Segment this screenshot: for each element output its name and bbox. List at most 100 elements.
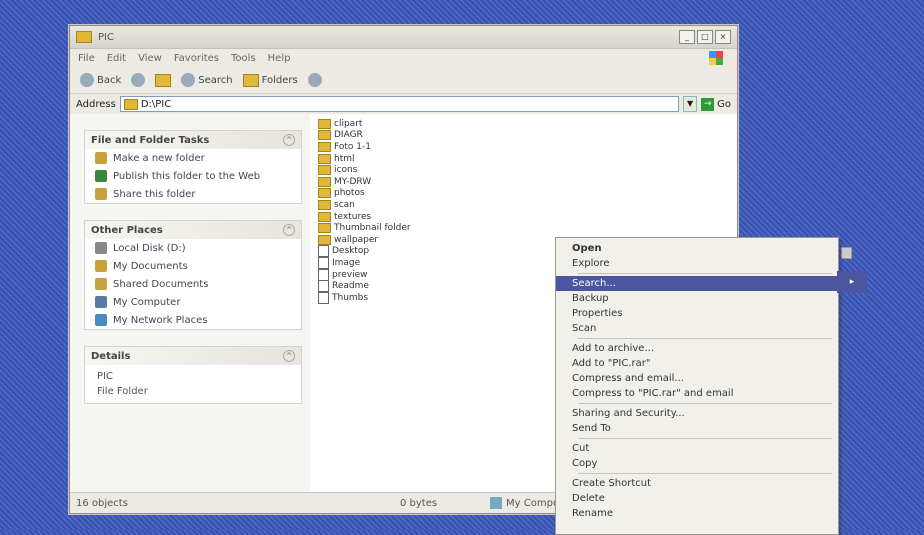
context-menu-item[interactable]: Scan — [556, 321, 838, 336]
context-menu-item[interactable]: Compress to "PIC.rar" and email — [556, 386, 838, 401]
file-name: Foto 1-1 — [334, 141, 371, 152]
submenu-arrow-icon[interactable]: ▸ — [837, 271, 867, 293]
views-button[interactable] — [307, 73, 322, 87]
context-menu-item[interactable]: Copy — [556, 456, 838, 471]
file-list-item[interactable]: Foto 1-1 — [318, 141, 411, 153]
task-make-folder[interactable]: Make a new folder — [85, 149, 301, 167]
menu-favorites[interactable]: Favorites — [174, 53, 219, 64]
context-menu-item[interactable]: Add to "PIC.rar" — [556, 356, 838, 371]
file-list-item[interactable]: DIAGR — [318, 130, 411, 142]
menu-bar: File Edit View Favorites Tools Help — [70, 49, 737, 67]
status-size: 0 bytes — [400, 497, 438, 509]
context-menu-item[interactable]: Sharing and Security... — [556, 406, 838, 421]
file-list-item[interactable]: MY-DRW — [318, 176, 411, 188]
search-label: Search — [198, 74, 233, 86]
back-button[interactable]: Back — [80, 73, 121, 87]
menu-separator — [578, 403, 832, 404]
context-menu-item[interactable]: Open — [556, 241, 838, 256]
task-publish-web[interactable]: Publish this folder to the Web — [85, 167, 301, 185]
task-label: Share this folder — [113, 188, 196, 200]
shared-documents-icon — [95, 278, 107, 290]
go-label: Go — [717, 98, 731, 110]
menu-file[interactable]: File — [78, 53, 95, 64]
forward-arrow-icon — [131, 73, 146, 87]
context-menu-item[interactable]: Backup — [556, 291, 838, 306]
file-tasks-header[interactable]: File and Folder Tasks ^ — [85, 131, 301, 149]
collapse-chevron-icon[interactable]: ^ — [283, 134, 295, 146]
file-name: preview — [332, 269, 368, 280]
file-list-item[interactable]: html — [318, 153, 411, 165]
collapse-chevron-icon[interactable]: ^ — [283, 350, 295, 362]
address-value: D:\PIC — [140, 98, 172, 110]
menu-help[interactable]: Help — [268, 53, 291, 64]
folders-icon — [242, 73, 259, 87]
folder-icon — [318, 188, 331, 199]
menu-view[interactable]: View — [138, 53, 162, 64]
forward-button[interactable] — [131, 73, 146, 87]
task-label: Make a new folder — [113, 152, 205, 164]
file-list-item[interactable]: preview — [318, 268, 411, 281]
context-menu-item[interactable]: Cut — [556, 441, 838, 456]
details-panel: Details ^ PIC File Folder — [84, 346, 302, 404]
place-network[interactable]: My Network Places — [85, 311, 301, 329]
context-menu-item[interactable]: Search... — [556, 276, 838, 291]
globe-icon — [95, 170, 107, 182]
place-my-documents[interactable]: My Documents — [85, 257, 301, 275]
context-menu-item[interactable]: Add to archive... — [556, 341, 838, 356]
context-menu-item[interactable]: Send To — [556, 421, 838, 436]
file-icon — [318, 280, 329, 293]
place-local-disk[interactable]: Local Disk (D:) — [85, 239, 301, 257]
context-menu-item[interactable]: Delete — [556, 491, 838, 506]
file-list-item[interactable]: scan — [318, 199, 411, 211]
network-icon — [95, 314, 107, 326]
context-menu-item[interactable]: Create Shortcut — [556, 476, 838, 491]
file-list-item[interactable]: Desktop — [318, 245, 411, 258]
file-list-item[interactable]: icons — [318, 164, 411, 176]
address-dropdown-button[interactable]: ▼ — [683, 96, 698, 112]
title-bar[interactable]: PIC _ □ × — [70, 26, 737, 49]
context-menu-item[interactable]: Compress and email... — [556, 371, 838, 386]
collapse-chevron-icon[interactable]: ^ — [283, 224, 295, 236]
menu-tools[interactable]: Tools — [231, 53, 256, 64]
up-button[interactable] — [155, 73, 172, 87]
place-shared-documents[interactable]: Shared Documents — [85, 275, 301, 293]
other-places-header[interactable]: Other Places ^ — [85, 221, 301, 239]
file-list-item[interactable]: Image — [318, 256, 411, 269]
file-list-item[interactable]: Readme — [318, 280, 411, 293]
context-menu-item[interactable]: Explore — [556, 256, 838, 271]
context-menu: Open Explore Search... Backup Properties Scan… — [555, 237, 839, 535]
context-menu-item[interactable]: Rename — [556, 506, 838, 521]
window-title: PIC — [98, 31, 114, 43]
file-name: Thumbs — [332, 292, 369, 303]
address-input[interactable]: D:\PIC — [119, 96, 680, 112]
address-folder-icon — [123, 98, 138, 110]
file-list-item[interactable]: textures — [318, 211, 411, 223]
file-name: scan — [334, 199, 355, 210]
other-places-panel: Other Places ^ Local Disk (D:) My Docume… — [84, 220, 302, 330]
go-button[interactable]: → Go — [701, 97, 731, 111]
place-my-computer[interactable]: My Computer — [85, 293, 301, 311]
task-share-folder[interactable]: Share this folder — [85, 185, 301, 203]
views-icon — [307, 73, 322, 87]
close-button[interactable]: × — [715, 30, 731, 44]
file-list-item[interactable]: Thumbs — [318, 291, 411, 304]
details-header[interactable]: Details ^ — [85, 347, 301, 365]
file-icon — [318, 245, 329, 258]
menu-separator — [578, 338, 832, 339]
file-name: Readme — [332, 281, 369, 292]
disk-icon — [95, 242, 107, 254]
file-name: Image — [332, 257, 361, 268]
file-list-item[interactable]: clipart — [318, 118, 411, 130]
other-places-title: Other Places — [91, 224, 163, 236]
file-list-item[interactable]: photos — [318, 188, 411, 200]
folders-button[interactable]: Folders — [242, 73, 298, 87]
search-button[interactable]: Search — [181, 73, 233, 87]
task-label: Publish this folder to the Web — [113, 170, 261, 182]
file-list-item[interactable]: Thumbnail folder — [318, 222, 411, 234]
context-menu-item[interactable]: Properties — [556, 306, 838, 321]
menu-edit[interactable]: Edit — [107, 53, 126, 64]
minimize-button[interactable]: _ — [679, 30, 695, 44]
maximize-button[interactable]: □ — [697, 30, 713, 44]
file-list-item[interactable]: wallpaper — [318, 234, 411, 246]
menu-separator — [578, 473, 832, 474]
